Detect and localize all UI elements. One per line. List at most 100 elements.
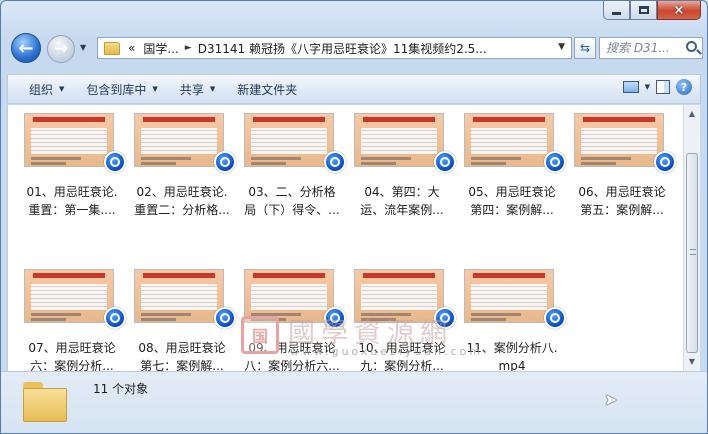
- breadcrumb-item-parent[interactable]: 国学...: [143, 40, 178, 57]
- file-item[interactable]: 07、用忌旺衰论 六：案例分析...: [18, 267, 126, 385]
- search-box[interactable]: [599, 37, 703, 59]
- file-item[interactable]: 01、用忌旺衰论. 重置：第一集....: [18, 111, 126, 229]
- media-player-icon: [104, 307, 126, 329]
- video-thumbnail: [244, 113, 334, 167]
- organize-label: 组织: [29, 82, 54, 97]
- chevron-down-icon: ▼: [152, 85, 158, 93]
- back-arrow-icon: ←: [18, 37, 34, 59]
- maximize-button[interactable]: [630, 1, 657, 20]
- scroll-down-icon[interactable]: ▼: [684, 353, 700, 369]
- video-thumbnail: [134, 113, 224, 167]
- file-name-line1: 03、二、分析格: [248, 185, 336, 199]
- maximize-icon: [638, 6, 649, 14]
- file-name-line2: 运、流年案例...: [360, 203, 444, 217]
- breadcrumb-chevron-icon[interactable]: ►: [185, 43, 192, 53]
- scrollbar-thumb[interactable]: [686, 153, 698, 353]
- help-icon[interactable]: ?: [676, 79, 692, 95]
- file-item[interactable]: 03、二、分析格 局（下）得令、...: [238, 111, 346, 229]
- command-bar: 组织 ▼ 包含到库中 ▼ 共享 ▼ 新建文件夹 ▼ ?: [7, 74, 701, 104]
- file-name-line1: 04、第四：大: [364, 185, 440, 199]
- refresh-icon: ⇆: [579, 41, 591, 55]
- minimize-icon: [612, 11, 621, 15]
- include-in-library-menu[interactable]: 包含到库中 ▼: [75, 77, 168, 101]
- media-player-icon: [104, 151, 126, 173]
- file-name-line2: 第四：案例解...: [470, 203, 554, 217]
- preview-pane-icon[interactable]: [656, 80, 670, 94]
- scroll-up-icon[interactable]: ▲: [684, 105, 700, 121]
- grip-icon: [690, 249, 696, 255]
- view-options-dropdown-icon[interactable]: ▼: [645, 83, 650, 91]
- folder-icon: [104, 41, 120, 55]
- video-thumbnail: [574, 113, 664, 167]
- file-item[interactable]: 06、用忌旺衰论 第五：案例解...: [568, 111, 676, 229]
- video-thumbnail: [134, 269, 224, 323]
- search-input[interactable]: [606, 41, 676, 55]
- file-list[interactable]: 01、用忌旺衰论. 重置：第一集.... 02、用忌旺衰论. 重置二：分析格... 03…: [7, 105, 683, 373]
- file-name: 06、用忌旺衰论 第五：案例解...: [568, 183, 676, 219]
- minimize-button[interactable]: [603, 1, 630, 20]
- file-name-line2: 局（下）得令、...: [244, 203, 340, 217]
- media-player-icon: [544, 307, 566, 329]
- chevron-down-icon: ▼: [59, 85, 65, 93]
- file-name: 03、二、分析格 局（下）得令、...: [238, 183, 346, 219]
- file-name: 05、用忌旺衰论 第四：案例解...: [458, 183, 566, 219]
- watermark-url: www.guoxueziyuan.com: [290, 345, 484, 358]
- navigation-bar: ← → ▼ « 国学... ► D31141 赖冠扬《八字用忌旺衰论》11集视频…: [7, 31, 703, 69]
- file-name: 02、用忌旺衰论. 重置二：分析格...: [128, 183, 236, 219]
- breadcrumb-item-current[interactable]: D31141 赖冠扬《八字用忌旺衰论》11集视频约2.5...: [198, 40, 487, 57]
- file-name: 08、用忌旺衰论 第七：案例解...: [128, 339, 236, 375]
- address-dropdown-icon[interactable]: ▼: [558, 42, 565, 52]
- file-name-line2: 重置二：分析格...: [134, 203, 230, 217]
- share-label: 共享: [179, 82, 204, 97]
- search-icon[interactable]: [686, 41, 697, 52]
- media-player-icon: [654, 151, 676, 173]
- caption-buttons: ×: [603, 1, 701, 20]
- video-thumbnail: [354, 113, 444, 167]
- object-count: 11 个对象: [93, 382, 149, 396]
- file-name-line1: 08、用忌旺衰论: [138, 341, 226, 355]
- watermark-seal: 国: [241, 316, 279, 354]
- file-item[interactable]: 04、第四：大 运、流年案例...: [348, 111, 456, 229]
- breadcrumb-overflow[interactable]: «: [128, 41, 135, 55]
- include-in-library-label: 包含到库中: [86, 82, 147, 97]
- new-folder-label: 新建文件夹: [237, 82, 298, 97]
- mouse-pointer-icon: ➤: [604, 390, 618, 409]
- file-name-line2: 重置：第一集....: [28, 203, 116, 217]
- forward-button[interactable]: →: [47, 35, 75, 63]
- file-name-line1: 01、用忌旺衰论.: [26, 185, 118, 199]
- explorer-window: × ← → ▼ « 国学... ► D31141 赖冠扬《八字用忌旺衰论》11集…: [0, 0, 708, 434]
- recent-pages-dropdown-icon[interactable]: ▼: [80, 43, 86, 52]
- file-item[interactable]: 11、案例分析八. mp4: [458, 267, 566, 385]
- forward-arrow-icon: →: [53, 39, 69, 59]
- change-view-icon[interactable]: [622, 81, 639, 93]
- file-name-line1: 02、用忌旺衰论.: [136, 185, 228, 199]
- file-name-line1: 07、用忌旺衰论: [28, 341, 116, 355]
- media-player-icon: [214, 151, 236, 173]
- close-icon: ×: [673, 2, 685, 18]
- media-player-icon: [324, 151, 346, 173]
- organize-menu[interactable]: 组织 ▼: [18, 77, 75, 101]
- file-item[interactable]: 02、用忌旺衰论. 重置二：分析格...: [128, 111, 236, 229]
- video-thumbnail: [464, 269, 554, 323]
- new-folder-button[interactable]: 新建文件夹: [226, 77, 308, 101]
- address-bar[interactable]: « 国学... ► D31141 赖冠扬《八字用忌旺衰论》11集视频约2.5..…: [97, 37, 572, 59]
- file-name: 07、用忌旺衰论 六：案例分析...: [18, 339, 126, 375]
- share-menu[interactable]: 共享 ▼: [169, 77, 226, 101]
- chevron-down-icon: ▼: [209, 85, 216, 93]
- folder-large-icon: [23, 382, 67, 422]
- file-name-line1: 05、用忌旺衰论: [468, 185, 556, 199]
- video-thumbnail: [24, 269, 114, 323]
- close-button[interactable]: ×: [657, 1, 701, 20]
- file-name-line2: 第五：案例解...: [580, 203, 664, 217]
- details-pane: 11 个对象: [1, 371, 707, 433]
- file-name: 04、第四：大 运、流年案例...: [348, 183, 456, 219]
- file-item[interactable]: 08、用忌旺衰论 第七：案例解...: [128, 267, 236, 385]
- video-thumbnail: [24, 113, 114, 167]
- refresh-button[interactable]: ⇆: [574, 37, 596, 59]
- file-name-line1: 06、用忌旺衰论: [578, 185, 666, 199]
- file-item[interactable]: 05、用忌旺衰论 第四：案例解...: [458, 111, 566, 229]
- vertical-scrollbar[interactable]: ▲ ▼: [683, 105, 700, 371]
- media-player-icon: [434, 151, 456, 173]
- back-button[interactable]: ←: [11, 33, 41, 63]
- media-player-icon: [544, 151, 566, 173]
